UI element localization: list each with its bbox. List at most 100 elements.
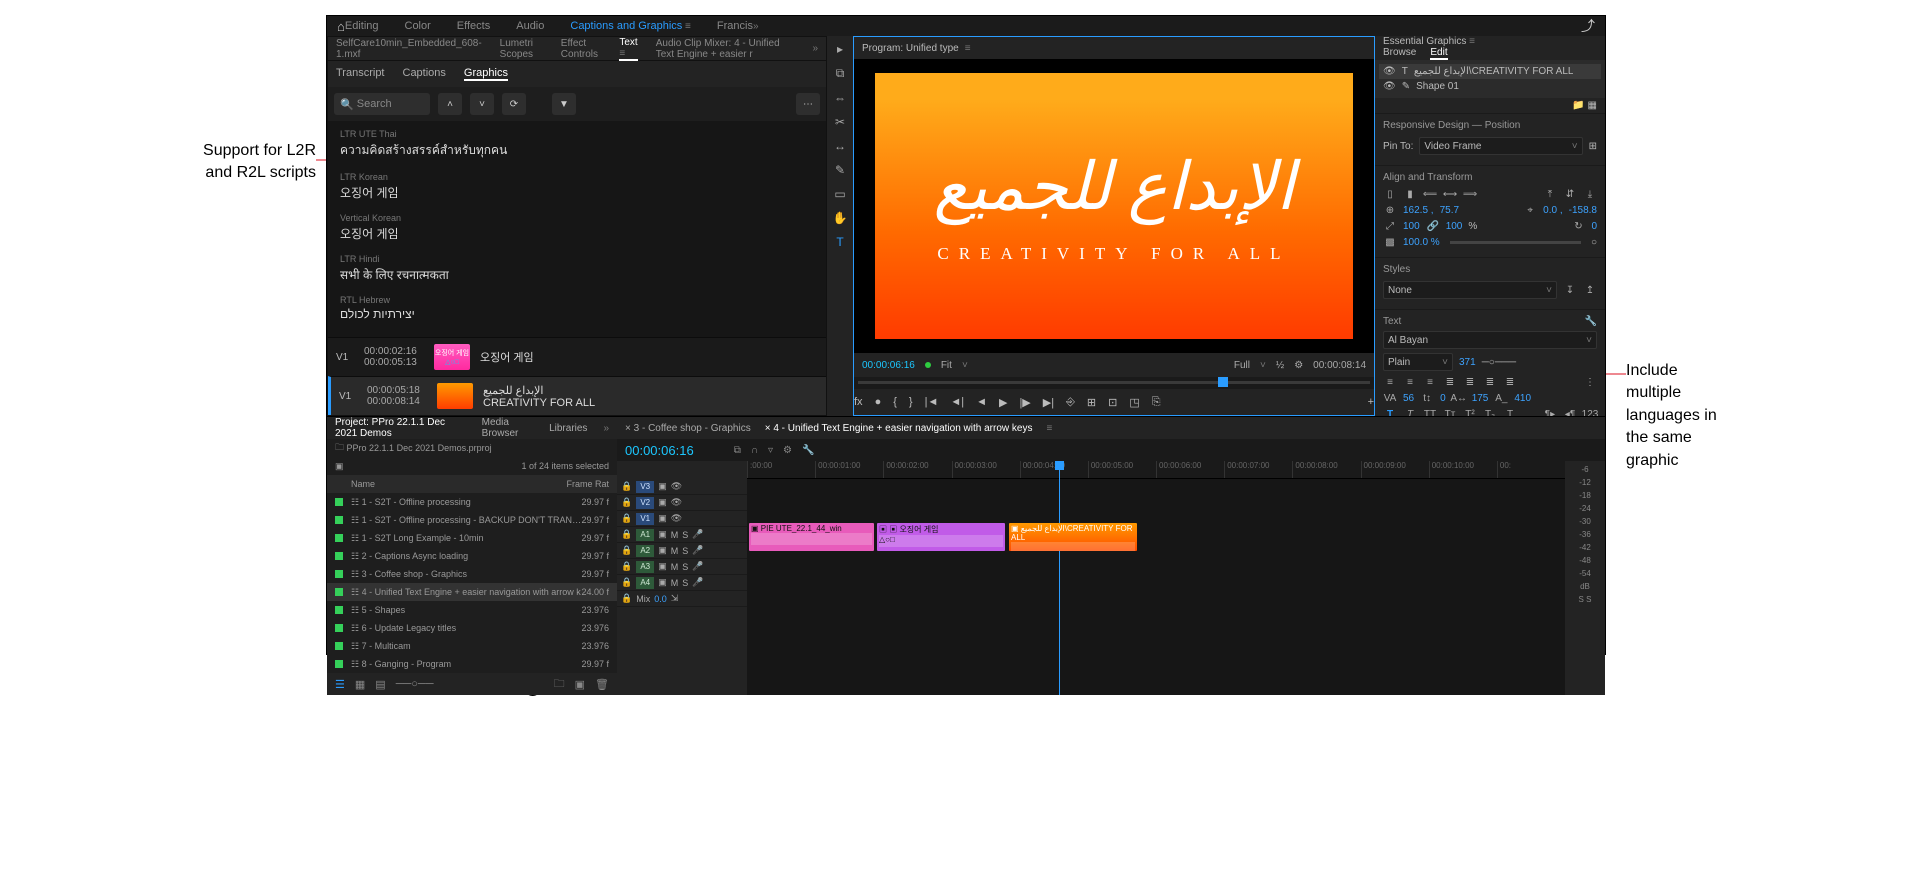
style-pull-icon[interactable]: ↧: [1563, 283, 1577, 297]
project-item[interactable]: ☷ 4 - Unified Text Engine + easier navig…: [327, 583, 617, 601]
search-input[interactable]: 🔍 Search: [334, 93, 430, 115]
graphics-entry[interactable]: Vertical Korean오징어 게임: [328, 209, 826, 250]
link-icon[interactable]: 🔗: [1426, 219, 1440, 233]
playhead-icon[interactable]: [1218, 377, 1228, 387]
audio-track-header[interactable]: 🔒A4▣MS🎤: [617, 575, 747, 591]
align-vt-icon[interactable]: ⤒: [1543, 187, 1557, 201]
track-target[interactable]: A3: [636, 561, 654, 573]
project-item[interactable]: ☷ 5 - Shapes23.976: [327, 601, 617, 619]
project-tab[interactable]: Libraries: [549, 423, 587, 434]
opacity-slider[interactable]: [1450, 241, 1581, 244]
source-tab[interactable]: Text ≡: [619, 37, 637, 61]
new-bin-icon[interactable]: 🗀: [554, 675, 565, 694]
workspace-editing[interactable]: Editing: [345, 20, 379, 32]
clip-row[interactable]: V100:00:02:1600:00:05:13오징어 게임△○□오징어 게임: [328, 337, 826, 376]
eye-icon[interactable]: 👁: [671, 497, 682, 508]
panel-menu-icon[interactable]: ≡: [965, 43, 971, 54]
transport-button[interactable]: ⊞: [1087, 396, 1096, 409]
align-hr-icon[interactable]: ⟹: [1463, 187, 1477, 201]
freeform-view-icon[interactable]: ▤: [375, 678, 385, 691]
marker-icon[interactable]: ▿: [768, 445, 773, 456]
eg-layer[interactable]: 👁✎Shape 01: [1379, 79, 1601, 94]
transport-button[interactable]: ●: [875, 396, 882, 408]
source-tab[interactable]: Audio Clip Mixer: 4 - Unified Text Engin…: [656, 38, 795, 60]
linked-selection-icon[interactable]: ∩: [751, 445, 758, 456]
sequence-tab[interactable]: × 4 - Unified Text Engine + easier navig…: [765, 423, 1033, 434]
add-button-icon[interactable]: +: [1368, 396, 1374, 408]
lock-icon[interactable]: 🔒: [621, 497, 632, 508]
transport-button[interactable]: ◳: [1129, 396, 1139, 409]
clip-row[interactable]: V100:00:05:1800:00:08:14الإبداع للجميعCR…: [328, 376, 826, 415]
align-center-icon[interactable]: ▮: [1403, 187, 1417, 201]
filter-icon[interactable]: ▣: [335, 461, 344, 472]
source-tab[interactable]: Effect Controls: [561, 38, 602, 60]
eye-icon[interactable]: 👁: [1383, 81, 1396, 92]
settings-icon[interactable]: ⚙: [783, 445, 792, 456]
workspace-francis[interactable]: Francis: [717, 20, 753, 32]
justify-center-icon[interactable]: ≣: [1463, 375, 1477, 389]
time-ruler[interactable]: :00:0000:00:01:0000:00:02:0000:00:03:000…: [747, 461, 1565, 479]
sequence-tab[interactable]: × 3 - Coffee shop - Graphics: [625, 423, 751, 434]
leading[interactable]: 0: [1440, 393, 1446, 404]
timeline-clip[interactable]: ▣ الإبداع للجميع\CREATIVITY FOR ALL: [1009, 523, 1137, 551]
prev-button[interactable]: ˄: [438, 93, 462, 115]
project-tab[interactable]: Media Browser: [482, 417, 533, 439]
col-name[interactable]: Name: [351, 479, 566, 489]
graphics-entry[interactable]: LTR Hindiसभी के लिए रचनात्मकता: [328, 250, 826, 291]
project-tab[interactable]: Project: PPro 22.1.1 Dec 2021 Demos: [335, 417, 466, 439]
source-tab[interactable]: SelfCare10min_Embedded_608-1.mxf: [336, 38, 482, 60]
eg-tab-browse[interactable]: Browse: [1383, 47, 1416, 60]
settings-icon[interactable]: ⚙: [1294, 360, 1303, 371]
zoom-fit[interactable]: Fit: [941, 360, 952, 371]
text-tab-transcript[interactable]: Transcript: [336, 67, 385, 81]
align-left-icon[interactable]: ▯: [1383, 187, 1397, 201]
video-track-header[interactable]: 🔒V1▣👁: [617, 511, 747, 527]
opacity[interactable]: 100.0 %: [1403, 237, 1440, 248]
more-button[interactable]: ⋯: [796, 93, 820, 115]
mic-icon[interactable]: 🎤: [692, 577, 703, 588]
video-track-header[interactable]: 🔒V3▣👁: [617, 479, 747, 495]
anchor-x[interactable]: 0.0 ,: [1543, 205, 1562, 216]
audio-track-header[interactable]: 🔒Mix0.0⇲: [617, 591, 747, 607]
align-hc-icon[interactable]: ⟷: [1443, 187, 1457, 201]
rotation[interactable]: 0: [1591, 221, 1597, 232]
anchor-y[interactable]: -158.8: [1569, 205, 1597, 216]
tool-5[interactable]: ✎: [835, 163, 845, 177]
eye-icon[interactable]: 👁: [671, 481, 682, 492]
workspace-color[interactable]: Color: [405, 20, 431, 32]
graphics-entry[interactable]: LTR Korean오징어 게임: [328, 168, 826, 209]
next-button[interactable]: ˅: [470, 93, 494, 115]
track-target[interactable]: V2: [636, 497, 654, 509]
monitor-tc-left[interactable]: 00:00:06:16: [862, 360, 915, 371]
justify-left-icon[interactable]: ≣: [1443, 375, 1457, 389]
monitor-timeline[interactable]: [854, 377, 1374, 389]
timeline-canvas[interactable]: :00:0000:00:01:0000:00:02:0000:00:03:000…: [747, 461, 1565, 695]
new-item-icon[interactable]: ▣: [575, 678, 585, 691]
lock-icon[interactable]: 🔒: [621, 593, 632, 604]
lock-icon[interactable]: 🔒: [621, 577, 632, 588]
transport-button[interactable]: ⊡: [1108, 396, 1117, 409]
project-item[interactable]: ☷ 7 - Multicam23.976: [327, 637, 617, 655]
pin-grid-icon[interactable]: ⊞: [1589, 141, 1597, 152]
new-folder-icon[interactable]: 📁: [1572, 100, 1584, 111]
eg-layer[interactable]: 👁Tالإبداع للجميع\CREATIVITY FOR ALL: [1379, 64, 1601, 79]
sync-lock-icon[interactable]: ▣: [658, 513, 667, 524]
list-view-icon[interactable]: ☰: [335, 678, 345, 691]
align-vb-icon[interactable]: ⤓: [1583, 187, 1597, 201]
style-select[interactable]: None˅: [1383, 281, 1557, 299]
project-item[interactable]: ☷ 1 - S2T Long Example - 10min29.97 f: [327, 529, 617, 547]
tool-2[interactable]: ⇔: [834, 91, 846, 105]
audio-track-header[interactable]: 🔒A1▣MS🎤: [617, 527, 747, 543]
style-push-icon[interactable]: ↥: [1583, 283, 1597, 297]
bin-row[interactable]: 🗀 PPro 22.1.1 Dec 2021 Demos.prproj: [327, 439, 617, 457]
project-item[interactable]: ☷ 3 - Coffee shop - Graphics29.97 f: [327, 565, 617, 583]
refresh-button[interactable]: ⟳: [502, 93, 526, 115]
pos-x[interactable]: 162.5 ,: [1403, 205, 1434, 216]
tool-0[interactable]: ▸: [837, 42, 843, 56]
monitor-tc-right[interactable]: 00:00:08:14: [1313, 360, 1366, 371]
audio-track-header[interactable]: 🔒A2▣MS🎤: [617, 543, 747, 559]
align-vc-icon[interactable]: ⇵: [1563, 187, 1577, 201]
expand-icon[interactable]: ⇲: [671, 593, 679, 604]
timeline-clip[interactable]: ▣ PIE UTE_22.1_44_win: [749, 523, 874, 551]
justify-all-icon[interactable]: ≣: [1503, 375, 1517, 389]
